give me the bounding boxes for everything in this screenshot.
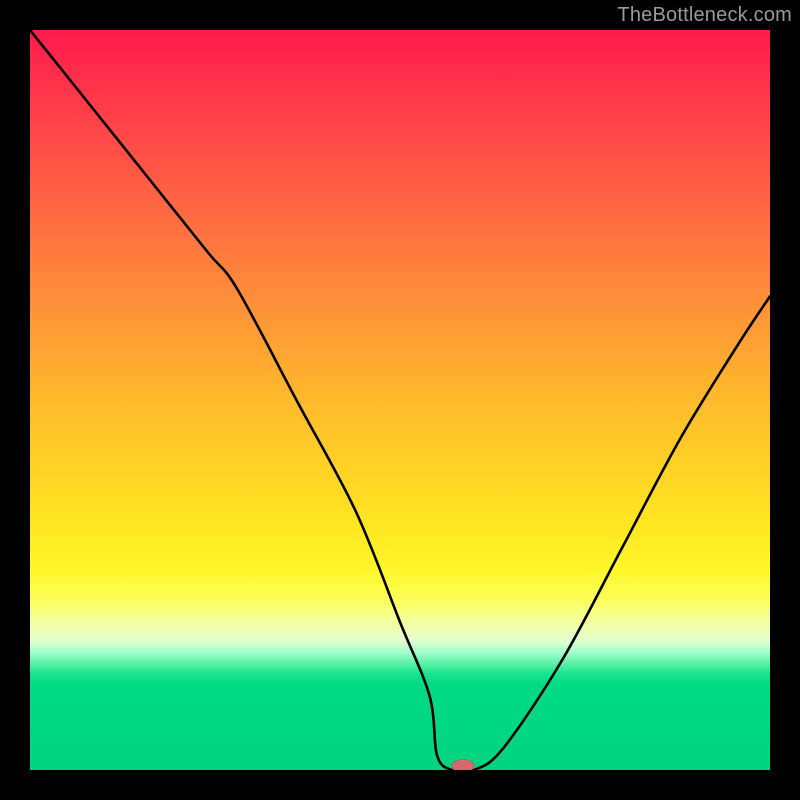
chart-frame: TheBottleneck.com — [0, 0, 800, 800]
bottleneck-curve — [30, 30, 770, 770]
optimal-point-marker — [452, 760, 474, 771]
plot-svg — [30, 30, 770, 770]
watermark-text: TheBottleneck.com — [617, 4, 792, 27]
plot-area — [30, 30, 770, 770]
